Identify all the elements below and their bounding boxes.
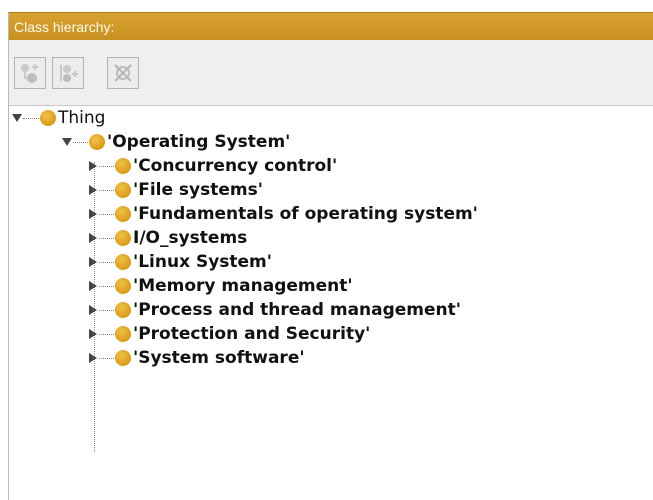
class-label: 'System software' — [133, 348, 305, 368]
class-label: 'Process and thread management' — [133, 300, 461, 320]
tree-connector — [99, 333, 116, 335]
class-icon — [40, 110, 56, 126]
expand-arrow-icon[interactable] — [89, 257, 97, 267]
tree-connector — [23, 117, 41, 119]
tree-node-item[interactable]: I/O_systems — [89, 226, 247, 250]
add-subclass-button[interactable] — [14, 57, 46, 89]
class-label: 'File systems' — [133, 180, 263, 200]
tree-connector — [99, 309, 116, 311]
tree-connector — [99, 261, 116, 263]
class-icon — [115, 302, 131, 318]
class-hierarchy-panel: Class hierarchy: Thing 'Operating System… — [8, 12, 653, 500]
add-sibling-class-button[interactable] — [52, 57, 84, 89]
tree-node-item[interactable]: 'Fundamentals of operating system' — [89, 202, 478, 226]
class-tree: Thing 'Operating System' 'Concurrency co… — [9, 106, 653, 500]
class-label: 'Memory management' — [133, 276, 353, 296]
collapse-arrow-icon[interactable] — [62, 138, 72, 146]
tree-node-item[interactable]: 'File systems' — [89, 178, 263, 202]
tree-node-item[interactable]: 'Concurrency control' — [89, 154, 337, 178]
class-label: I/O_systems — [133, 228, 248, 248]
expand-arrow-icon[interactable] — [89, 185, 97, 195]
tree-node-item[interactable]: 'Process and thread management' — [89, 298, 461, 322]
class-icon — [115, 230, 131, 246]
class-icon — [115, 350, 131, 366]
panel-title: Class hierarchy: — [14, 19, 115, 35]
tree-connector — [99, 213, 116, 215]
class-label: 'Concurrency control' — [133, 156, 338, 176]
delete-class-button[interactable] — [107, 57, 139, 89]
expand-arrow-icon[interactable] — [89, 161, 97, 171]
tree-node-operating-system[interactable]: 'Operating System' — [62, 130, 290, 154]
tree-connector — [99, 237, 116, 239]
expand-arrow-icon[interactable] — [89, 329, 97, 339]
tree-node-item[interactable]: 'Linux System' — [89, 250, 272, 274]
class-icon — [115, 158, 131, 174]
expand-arrow-icon[interactable] — [89, 305, 97, 315]
class-label: 'Operating System' — [107, 132, 291, 152]
class-label: 'Fundamentals of operating system' — [133, 204, 478, 224]
class-icon — [115, 254, 131, 270]
delete-class-icon — [114, 64, 132, 82]
class-icon — [115, 278, 131, 294]
class-icon — [89, 134, 105, 150]
class-label: Thing — [58, 108, 106, 128]
tree-connector — [99, 285, 116, 287]
expand-arrow-icon[interactable] — [89, 353, 97, 363]
tree-connector — [99, 357, 116, 359]
add-sibling-class-icon — [60, 65, 78, 82]
class-icon — [115, 326, 131, 342]
expand-arrow-icon[interactable] — [89, 233, 97, 243]
tree-node-item[interactable]: 'Protection and Security' — [89, 322, 370, 346]
class-label: 'Linux System' — [133, 252, 272, 272]
tree-node-item[interactable]: 'System software' — [89, 346, 305, 370]
toolbar — [9, 40, 653, 106]
class-icon — [115, 182, 131, 198]
panel-header: Class hierarchy: — [9, 12, 653, 40]
tree-connector — [99, 189, 116, 191]
class-label: 'Protection and Security' — [133, 324, 371, 344]
add-subclass-icon — [21, 64, 38, 83]
tree-node-thing[interactable]: Thing — [12, 106, 105, 130]
class-icon — [115, 206, 131, 222]
expand-arrow-icon[interactable] — [89, 209, 97, 219]
tree-connector — [99, 165, 116, 167]
expand-arrow-icon[interactable] — [89, 281, 97, 291]
tree-node-item[interactable]: 'Memory management' — [89, 274, 353, 298]
tree-connector — [73, 141, 90, 143]
collapse-arrow-icon[interactable] — [12, 114, 22, 122]
